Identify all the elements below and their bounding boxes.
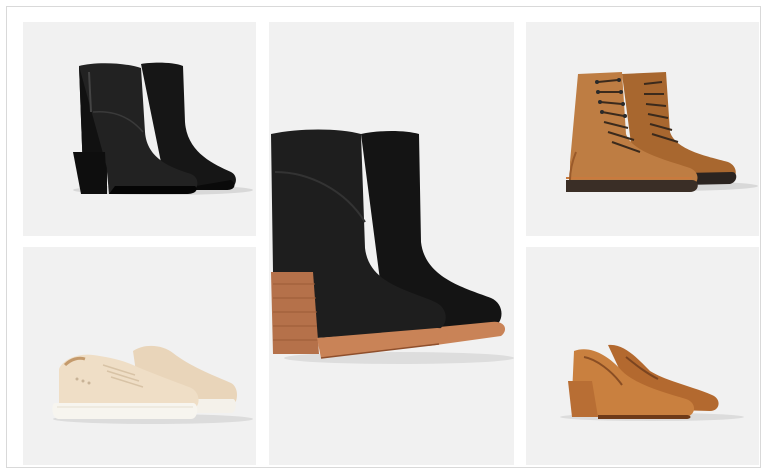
product-gallery: [6, 6, 761, 468]
black-heeled-bootie-icon: [271, 129, 514, 364]
product-tile-black-ankle-boot[interactable]: [23, 22, 256, 236]
product-tile-cream-sneaker[interactable]: [23, 247, 256, 465]
product-tile-tan-lace-up-boot[interactable]: [526, 22, 759, 236]
cognac-block-heel-pump-icon: [560, 344, 744, 421]
product-tile-cognac-block-heel-pump[interactable]: [526, 247, 759, 465]
black-ankle-boot-icon: [73, 62, 253, 195]
cream-sneaker-icon: [52, 345, 253, 424]
tan-lace-up-boot-icon: [566, 72, 758, 192]
product-tile-black-heeled-bootie[interactable]: [269, 22, 514, 465]
